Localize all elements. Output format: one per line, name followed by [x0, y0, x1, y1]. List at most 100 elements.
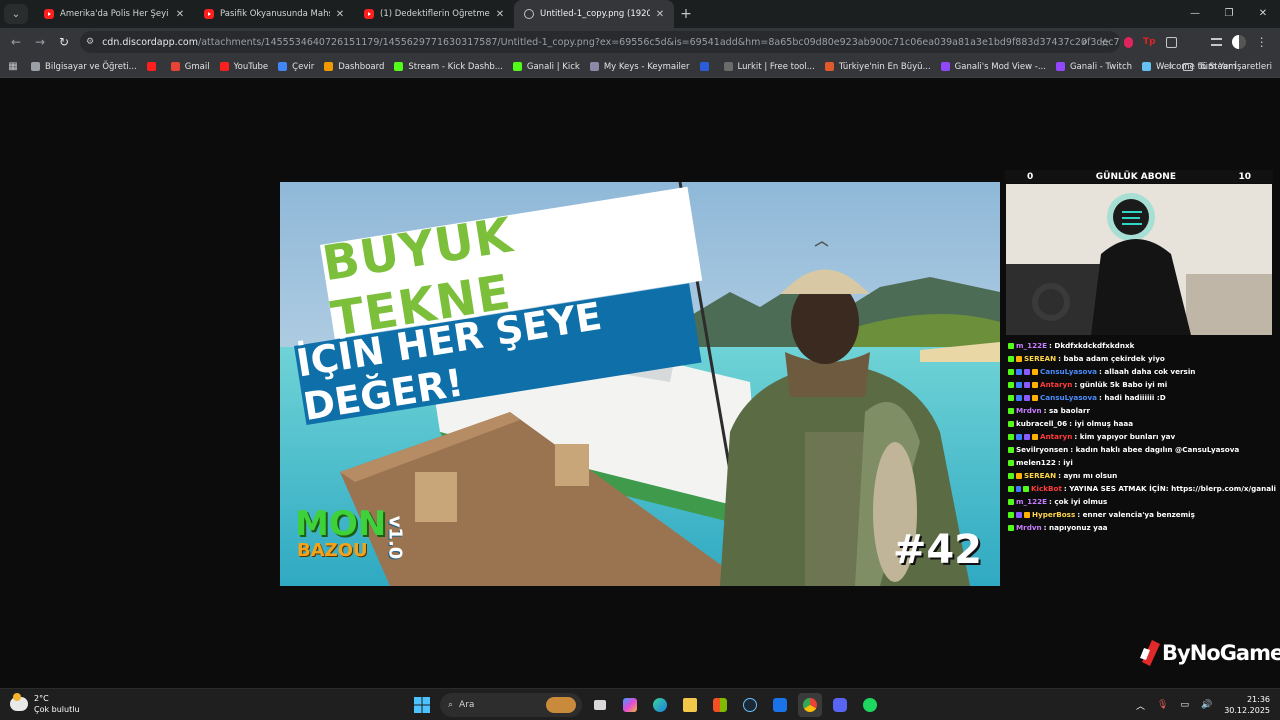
chat-badge-icon	[1024, 381, 1030, 388]
bookmark-label: Gmail	[184, 61, 210, 72]
chat-username[interactable]: Antaryn	[1040, 432, 1072, 441]
bookmark-item[interactable]: My Keys - Keymailer	[585, 56, 695, 78]
bookmarks-bar: ▦ Bilgisayar ve Öğreti... Gmail YouTube Çev…	[0, 56, 1280, 78]
bookmark-item[interactable]: YouTube	[215, 56, 274, 78]
chat-username[interactable]: CansuLyasova	[1040, 393, 1097, 402]
chat-username[interactable]: HyperBoss	[1032, 510, 1075, 519]
bookmark-item[interactable]: Ganali's Mod View -...	[936, 56, 1051, 78]
chat-username[interactable]: kubracell_06	[1016, 419, 1067, 428]
close-window-button[interactable]: ✕	[1246, 0, 1280, 28]
bookmark-item[interactable]	[142, 56, 166, 78]
taskbar-search[interactable]: ⌕ Ara	[440, 693, 582, 717]
new-tab-button[interactable]: +	[674, 6, 698, 22]
weather-widget[interactable]: 2°C Çok bulutlu	[10, 693, 80, 715]
bynogame-mark-icon	[1140, 640, 1160, 666]
chat-username[interactable]: melen122	[1016, 458, 1056, 467]
chat-username[interactable]: Mrdvn	[1016, 406, 1042, 415]
close-tab-icon[interactable]: ✕	[494, 9, 506, 20]
mail-icon[interactable]	[768, 693, 792, 717]
browser-tab[interactable]: Untitled-1_copy.png (1920×108 ✕	[514, 0, 674, 28]
browser-tab[interactable]: (1) Dedektiflerin Öğretmenin İç ✕	[354, 0, 514, 28]
bookmark-item[interactable]: Ganali | Kick	[508, 56, 585, 78]
tab-title: Amerika'da Polis Her Şeyi Görüy	[60, 9, 170, 19]
speaker-icon[interactable]: 🔊	[1201, 700, 1212, 710]
chat-text: : hadi hadiiiiii :D	[1099, 393, 1166, 402]
sub-count-left: 0	[1027, 171, 1034, 182]
menu-kebab-icon[interactable]: ⋮	[1256, 35, 1268, 49]
chat-username[interactable]: SEREAN	[1024, 471, 1056, 480]
spotify-icon[interactable]	[858, 693, 882, 717]
chat-username[interactable]: SEREAN	[1024, 354, 1056, 363]
chat-badge-icon	[1008, 433, 1014, 440]
restore-button[interactable]: ❐	[1212, 0, 1246, 28]
chat-username[interactable]: CansuLyasova	[1040, 367, 1097, 376]
minimize-button[interactable]: —	[1178, 0, 1212, 28]
discord-icon[interactable]	[828, 693, 852, 717]
display-icon[interactable]: ▭	[1180, 700, 1189, 710]
chat-badge-icon	[1008, 459, 1014, 466]
tab-title: (1) Dedektiflerin Öğretmenin İç	[380, 9, 490, 19]
tray-overflow-chevron-icon[interactable]: ︿	[1136, 699, 1145, 712]
tab-search-button[interactable]: ⌄	[4, 4, 28, 24]
bookmark-item[interactable]: Türkiye'nin En Büyü...	[820, 56, 936, 78]
task-view-icon[interactable]	[588, 693, 612, 717]
bookmark-favicon-icon	[278, 62, 288, 71]
edge-icon[interactable]	[648, 693, 672, 717]
close-tab-icon[interactable]: ✕	[334, 9, 346, 20]
reading-list-icon[interactable]	[1210, 38, 1222, 46]
clock[interactable]: 21:36 30.12.2025	[1224, 694, 1270, 716]
extensions-puzzle-icon[interactable]	[1165, 36, 1177, 48]
address-bar[interactable]: ⚙ cdn.discordapp.com/attachments/1455534…	[80, 31, 1120, 53]
chat-username[interactable]: Antaryn	[1040, 380, 1072, 389]
browser-tab[interactable]: Pasifik Okyanusunda Mahsur Ka ✕	[194, 0, 354, 28]
tab-strip: ⌄ Amerika'da Polis Her Şeyi Görüy✕Pasifi…	[0, 0, 1280, 28]
bookmark-item[interactable]: Gmail	[166, 56, 215, 78]
back-button[interactable]: ←	[4, 35, 28, 49]
bookmark-item[interactable]: Bilgisayar ve Öğreti...	[26, 56, 142, 78]
episode-number: #42	[892, 527, 982, 573]
bookmark-item[interactable]	[695, 56, 719, 78]
bookmark-star-icon[interactable]: ☆	[1100, 36, 1110, 49]
chat-message: Mrdvn: napıyonuz yaa	[1008, 521, 1276, 534]
chat-badge-icon	[1024, 433, 1030, 440]
bookmark-item[interactable]: Lurkit | Free tool...	[719, 56, 820, 78]
bookmark-item[interactable]: Çevir	[273, 56, 319, 78]
apps-grid-icon[interactable]: ▦	[0, 61, 26, 72]
steam-icon[interactable]	[738, 693, 762, 717]
start-button[interactable]	[410, 693, 434, 717]
chrome-icon[interactable]	[798, 693, 822, 717]
chat-username[interactable]: KickBot	[1031, 484, 1062, 493]
chat-username[interactable]: m_122E	[1016, 341, 1047, 350]
extension-icon[interactable]	[1124, 36, 1133, 48]
browser-tab[interactable]: Amerika'da Polis Her Şeyi Görüy ✕	[34, 0, 194, 28]
more-bookmarks-chevron-icon[interactable]: »	[1168, 56, 1174, 78]
close-tab-icon[interactable]: ✕	[654, 9, 666, 20]
site-info-icon[interactable]: ⚙	[86, 37, 94, 47]
forward-button[interactable]: →	[28, 35, 52, 49]
bookmark-favicon-icon	[940, 62, 950, 71]
bookmark-item[interactable]: Dashboard	[319, 56, 389, 78]
all-bookmarks-folder[interactable]: Tüm Yer İşaretleri	[1182, 56, 1272, 78]
file-explorer-icon[interactable]	[678, 693, 702, 717]
chat-message: SEREAN: aynı mı olsun	[1008, 469, 1276, 482]
profile-avatar[interactable]	[1231, 35, 1246, 49]
system-tray: ︿ 🎙 ▭ 🔊 21:36 30.12.2025	[1136, 693, 1270, 717]
microphone-icon[interactable]: 🎙	[1157, 700, 1168, 710]
zoom-icon[interactable]: ⌕	[1082, 35, 1088, 49]
microsoft-store-icon[interactable]	[708, 693, 732, 717]
chat-badge-icon	[1016, 368, 1022, 375]
extension-icon[interactable]: Tp	[1143, 37, 1156, 47]
chat-badge-icon	[1008, 420, 1014, 427]
chat-username[interactable]: Mrdvn	[1016, 523, 1042, 532]
bookmark-item[interactable]: Ganali - Twitch	[1051, 56, 1137, 78]
chat-text: : iyi	[1057, 458, 1073, 467]
close-tab-icon[interactable]: ✕	[174, 9, 186, 20]
chat-badge-icon	[1015, 485, 1022, 492]
webcam-feed	[1006, 184, 1272, 335]
chat-badge-icon	[1016, 472, 1022, 479]
chat-username[interactable]: Sevilryonsen	[1016, 445, 1068, 454]
copilot-icon[interactable]	[618, 693, 642, 717]
reload-button[interactable]: ↻	[52, 35, 76, 49]
bookmark-item[interactable]: Stream - Kick Dashb...	[389, 56, 508, 78]
chat-username[interactable]: m_122E	[1016, 497, 1047, 506]
